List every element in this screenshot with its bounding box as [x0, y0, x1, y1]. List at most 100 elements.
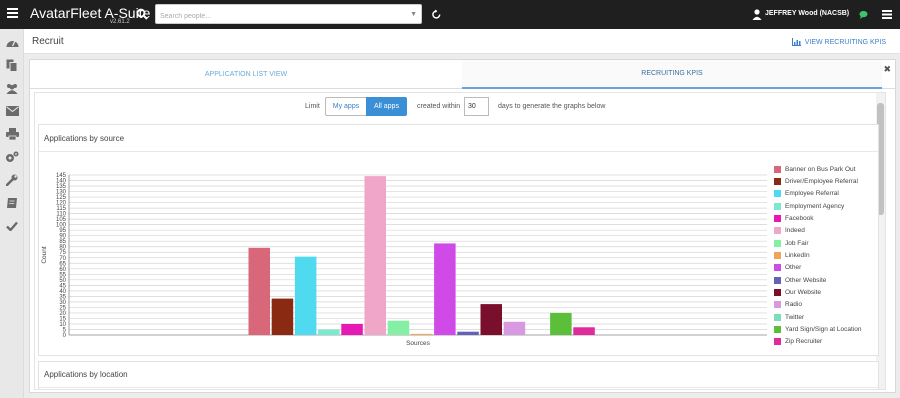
app-title[interactable]: AvatarFleet A-Suite [30, 5, 150, 21]
legend-label: Job Fair [785, 239, 809, 247]
my-apps-button[interactable]: My apps [325, 97, 367, 116]
legend-swatch [774, 264, 781, 272]
print-icon[interactable] [5, 127, 19, 141]
user-name[interactable]: JEFFREY Wood (NACSB) [765, 10, 849, 17]
y-tick-label: 65 [59, 261, 66, 267]
legend-swatch [774, 227, 781, 235]
legend-item[interactable]: Other Website [774, 274, 878, 286]
y-tick-label: 25 [59, 305, 66, 311]
y-tick-label: 40 [59, 289, 66, 295]
legend-item[interactable]: Our Website [774, 286, 878, 298]
legend-label: Radio [785, 301, 802, 309]
filter-row: Limit My apps All apps created within da… [35, 96, 878, 116]
legend-label: Zip Recruiter [785, 338, 823, 346]
bar[interactable] [550, 312, 572, 335]
y-tick-label: 90 [59, 234, 66, 240]
applications-by-location-card: Applications by location [38, 361, 879, 389]
legend-swatch [774, 276, 781, 284]
card-divider [39, 387, 878, 388]
chevron-down-icon[interactable]: ▼ [410, 11, 417, 18]
legend-swatch [774, 165, 781, 173]
days-input[interactable] [464, 97, 489, 116]
search-icon[interactable] [136, 8, 148, 20]
chart-legend: Banner on Bus Park Out Driver/Employee Re… [774, 163, 878, 348]
legend-item[interactable]: Driver/Employee Referral [774, 175, 878, 187]
wrench-icon[interactable] [5, 173, 19, 187]
legend-item[interactable]: Radio [774, 299, 878, 311]
y-tick-label: 75 [59, 250, 66, 256]
bar[interactable] [248, 247, 271, 335]
source-bar-chart: 0510152025303540455055606570758085909510… [41, 173, 767, 347]
list-icon[interactable] [882, 10, 892, 19]
y-tick-label: 85 [59, 239, 66, 245]
legend-label: Indeed [785, 227, 805, 235]
refresh-icon[interactable] [431, 9, 442, 20]
kpi-content: Limit My apps All apps created within da… [34, 92, 886, 390]
legend-item[interactable]: Twitter [774, 311, 878, 323]
bar[interactable] [271, 298, 294, 335]
bar[interactable] [457, 331, 479, 335]
legend-item[interactable]: Facebook [774, 212, 878, 224]
view-recruiting-kpis-link[interactable]: VIEW RECRUITING KPIS [791, 38, 886, 46]
hamburger-menu-icon[interactable] [7, 8, 18, 18]
legend-label: Our Website [785, 289, 822, 297]
legend-label: Other [785, 264, 802, 272]
bar[interactable] [434, 243, 456, 335]
y-tick-label: 130 [56, 190, 67, 196]
search-people-input[interactable] [156, 7, 396, 26]
search-people-field[interactable]: ▼ [155, 4, 422, 26]
all-apps-button[interactable]: All apps [366, 97, 407, 116]
legend-swatch [774, 239, 781, 247]
legend-item[interactable]: Other [774, 262, 878, 274]
limit-label: Limit [305, 103, 320, 110]
legend-swatch [774, 190, 781, 198]
legend-label: Employment Agency [785, 202, 845, 210]
legend-swatch [774, 252, 781, 260]
bar[interactable] [387, 320, 410, 335]
mail-icon[interactable] [5, 104, 19, 118]
legend-item[interactable]: Banner on Bus Park Out [774, 163, 878, 175]
tab-application-list-view[interactable]: APPLICATION LIST VIEW [30, 60, 462, 89]
legend-label: Driver/Employee Referral [785, 178, 858, 186]
documents-icon[interactable] [5, 58, 19, 72]
y-tick-label: 60 [59, 267, 66, 273]
y-axis-label: Count [41, 246, 48, 264]
created-within-label: created within [417, 103, 461, 110]
legend-item[interactable]: Indeed [774, 225, 878, 237]
settings-icon[interactable] [5, 150, 19, 164]
user-icon [752, 9, 762, 20]
y-tick-label: 50 [59, 278, 66, 284]
legend-item[interactable]: Employee Referral [774, 188, 878, 200]
legend-item[interactable]: LinkedIn [774, 249, 878, 261]
legend-label: Other Website [785, 276, 827, 284]
tab-recruiting-kpis[interactable]: RECRUITING KPIS [462, 60, 882, 89]
legend-swatch [774, 215, 781, 223]
bar[interactable] [480, 304, 503, 335]
legend-item[interactable]: Yard Sign/Sign at Location [774, 323, 878, 335]
y-tick-label: 30 [59, 300, 66, 306]
legend-item[interactable]: Zip Recruiter [774, 336, 878, 348]
y-tick-label: 95 [59, 228, 66, 234]
bar[interactable] [341, 323, 363, 335]
legend-label: Banner on Bus Park Out [785, 165, 856, 173]
bar[interactable] [410, 333, 433, 335]
chat-icon[interactable] [859, 10, 868, 19]
bar[interactable] [364, 176, 387, 335]
legend-item[interactable]: Job Fair [774, 237, 878, 249]
people-icon[interactable] [5, 81, 19, 95]
y-tick-label: 105 [56, 217, 67, 223]
legend-label: LinkedIn [785, 252, 810, 260]
y-tick-label: 125 [56, 195, 67, 201]
book-icon[interactable] [5, 196, 19, 210]
legend-swatch [774, 326, 781, 334]
bar[interactable] [503, 321, 526, 335]
y-tick-label: 0 [63, 333, 67, 339]
bar-chart-icon [791, 38, 801, 46]
legend-swatch [774, 338, 781, 346]
bar[interactable] [573, 327, 595, 335]
check-icon[interactable] [5, 219, 19, 233]
dashboard-icon[interactable] [5, 35, 19, 49]
bar[interactable] [318, 329, 340, 335]
legend-item[interactable]: Employment Agency [774, 200, 878, 212]
bar[interactable] [294, 256, 317, 335]
